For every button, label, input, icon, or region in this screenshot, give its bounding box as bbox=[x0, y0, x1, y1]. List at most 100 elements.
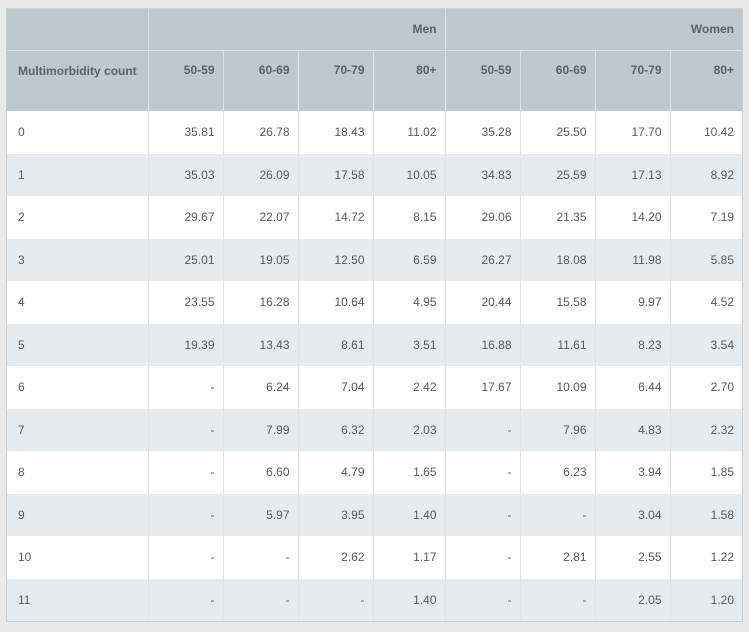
table-cell: 25.50 bbox=[520, 111, 596, 154]
table-cell: 5.97 bbox=[223, 493, 299, 536]
table-cell: 8.92 bbox=[670, 153, 742, 196]
table-cell: 10.09 bbox=[520, 366, 596, 409]
table-row: 0 35.81 26.78 18.43 11.02 35.28 25.50 17.70 10.4… bbox=[7, 111, 742, 154]
table-cell: 18.43 bbox=[298, 111, 374, 154]
table-cell: 2.62 bbox=[298, 536, 374, 579]
table-cell: - bbox=[520, 493, 596, 536]
table-cell: 17.67 bbox=[445, 366, 521, 409]
table-row: 9-5.97 3.95 1.40- -3.04 1.58 bbox=[7, 493, 742, 536]
table-row: 6-6.24 7.04 2.42 17.67 10.09 6.44 2.70 bbox=[7, 366, 742, 409]
row-label: 11 bbox=[7, 578, 149, 621]
table-cell: 10.05 bbox=[373, 153, 446, 196]
table-cell: 6.32 bbox=[298, 408, 374, 451]
table-cell: - bbox=[445, 536, 521, 579]
table-cell: 26.27 bbox=[445, 238, 521, 281]
table-row: 5 19.39 13.43 8.61 3.51 16.88 11.61 8.23 3.54 bbox=[7, 323, 742, 366]
table-cell: 3.54 bbox=[670, 323, 742, 366]
table-cell: 2.42 bbox=[373, 366, 446, 409]
table-cell: 1.20 bbox=[670, 578, 742, 621]
table-cell: 16.88 bbox=[445, 323, 521, 366]
table-cell: 26.09 bbox=[223, 153, 299, 196]
row-label: 7 bbox=[7, 408, 149, 451]
table-cell: 29.06 bbox=[445, 196, 521, 239]
table-cell: 3.51 bbox=[373, 323, 446, 366]
table-row: 10- -2.62 1.17-2.81 2.55 1.22 bbox=[7, 536, 742, 579]
table-cell: 2.55 bbox=[595, 536, 671, 579]
table-cell: 4.95 bbox=[373, 281, 446, 324]
table-cell: 6.23 bbox=[520, 451, 596, 494]
table-cell: 26.78 bbox=[223, 111, 299, 154]
table-row: 3 25.01 19.05 12.50 6.59 26.27 18.08 11.98 5.85 bbox=[7, 238, 742, 281]
table-cell: 6.24 bbox=[223, 366, 299, 409]
table-cell: 17.70 bbox=[595, 111, 671, 154]
table-cell: 19.05 bbox=[223, 238, 299, 281]
column-header-men-60-69: 60-69 bbox=[223, 50, 299, 111]
table-cell: 7.19 bbox=[670, 196, 742, 239]
table-cell: 19.39 bbox=[148, 323, 224, 366]
table-cell: 2.32 bbox=[670, 408, 742, 451]
table-cell: 5.85 bbox=[670, 238, 742, 281]
row-label: 2 bbox=[7, 196, 149, 239]
column-header-women-50-59: 50-59 bbox=[445, 50, 521, 111]
table-cell: 21.35 bbox=[520, 196, 596, 239]
table-cell: 35.28 bbox=[445, 111, 521, 154]
row-label: 6 bbox=[7, 366, 149, 409]
group-header-row: Men Women bbox=[7, 9, 742, 51]
table-cell: 1.40 bbox=[373, 578, 446, 621]
row-label: 9 bbox=[7, 493, 149, 536]
table-cell: 4.79 bbox=[298, 451, 374, 494]
table-body: 0 35.81 26.78 18.43 11.02 35.28 25.50 17.70 10.4… bbox=[7, 111, 742, 621]
table-cell: - bbox=[148, 451, 224, 494]
table-cell: 2.03 bbox=[373, 408, 446, 451]
row-label: 0 bbox=[7, 111, 149, 154]
row-label: 4 bbox=[7, 281, 149, 324]
column-header-men-80-plus: 80+ bbox=[373, 50, 446, 111]
table-cell: - bbox=[445, 451, 521, 494]
table-cell: 17.58 bbox=[298, 153, 374, 196]
table-cell: 23.55 bbox=[148, 281, 224, 324]
row-label: 8 bbox=[7, 451, 149, 494]
table-cell: 13.43 bbox=[223, 323, 299, 366]
table-row: 2 29.67 22.07 14.72 8.15 29.06 21.35 14.20 7.19 bbox=[7, 196, 742, 239]
table-cell: - bbox=[520, 578, 596, 621]
table-cell: 7.04 bbox=[298, 366, 374, 409]
table-cell: 8.15 bbox=[373, 196, 446, 239]
table-cell: 8.61 bbox=[298, 323, 374, 366]
column-header-women-70-79: 70-79 bbox=[595, 50, 671, 111]
table-cell: - bbox=[148, 536, 224, 579]
table-cell: 4.83 bbox=[595, 408, 671, 451]
column-header-women-60-69: 60-69 bbox=[520, 50, 596, 111]
table-cell: 15.58 bbox=[520, 281, 596, 324]
table-row: 11- - -1.40- -2.05 1.20 bbox=[7, 578, 742, 621]
multimorbidity-table: Men Women Multimorbidity count 50-59 60-… bbox=[7, 9, 742, 621]
table-cell: 7.96 bbox=[520, 408, 596, 451]
table-cell: - bbox=[298, 578, 374, 621]
table-cell: 14.72 bbox=[298, 196, 374, 239]
table-row: 7-7.99 6.32 2.03-7.96 4.83 2.32 bbox=[7, 408, 742, 451]
row-label: 5 bbox=[7, 323, 149, 366]
table-cell: - bbox=[148, 366, 224, 409]
table-cell: 18.08 bbox=[520, 238, 596, 281]
table-cell: 3.95 bbox=[298, 493, 374, 536]
group-header-women: Women bbox=[445, 9, 742, 51]
table-row: 4 23.55 16.28 10.64 4.95 20.44 15.58 9.97 4.52 bbox=[7, 281, 742, 324]
table-cell: 22.07 bbox=[223, 196, 299, 239]
table-cell: 11.61 bbox=[520, 323, 596, 366]
table-cell: 7.99 bbox=[223, 408, 299, 451]
group-header-empty bbox=[7, 9, 149, 51]
table-cell: 1.65 bbox=[373, 451, 446, 494]
table-cell: 10.64 bbox=[298, 281, 374, 324]
table-cell: 11.02 bbox=[373, 111, 446, 154]
table-cell: 35.03 bbox=[148, 153, 224, 196]
table-cell: 8.23 bbox=[595, 323, 671, 366]
group-header-men: Men bbox=[148, 9, 446, 51]
table-cell: 1.85 bbox=[670, 451, 742, 494]
table-row: 1 35.03 26.09 17.58 10.05 34.83 25.59 17.13 8.92 bbox=[7, 153, 742, 196]
table-cell: 3.04 bbox=[595, 493, 671, 536]
table-cell: 6.60 bbox=[223, 451, 299, 494]
table-cell: 12.50 bbox=[298, 238, 374, 281]
column-header-multimorbidity-count: Multimorbidity count bbox=[7, 50, 149, 111]
table-cell: - bbox=[445, 578, 521, 621]
row-label: 10 bbox=[7, 536, 149, 579]
table-cell: - bbox=[223, 536, 299, 579]
